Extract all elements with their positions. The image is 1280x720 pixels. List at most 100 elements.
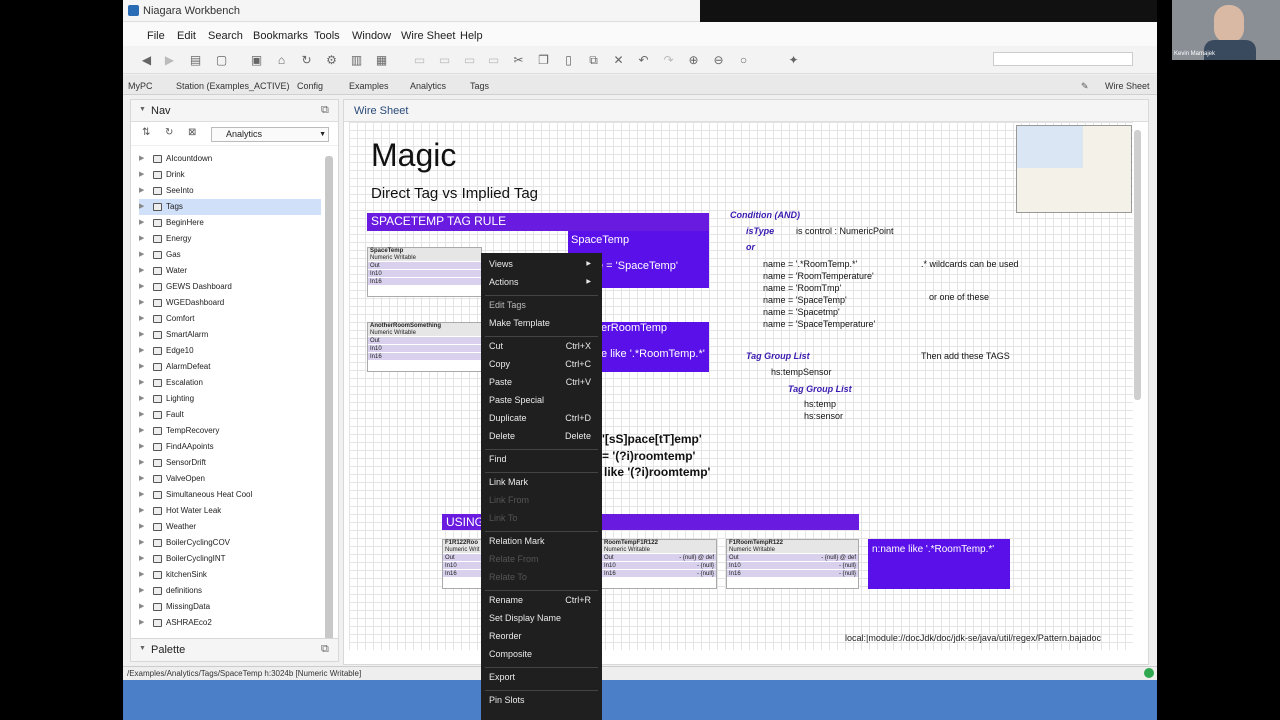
- expand-arrow-icon[interactable]: ▶: [139, 567, 144, 583]
- nav-tree-item[interactable]: ▶ Lighting: [139, 391, 321, 407]
- nav-tree-item[interactable]: ▶ ValveOpen: [139, 471, 321, 487]
- expand-arrow-icon[interactable]: ▶: [139, 183, 144, 199]
- nav-tree-item[interactable]: ▶ Drink: [139, 167, 321, 183]
- home-icon[interactable]: ⌂: [275, 54, 288, 66]
- paste-icon[interactable]: ▯: [562, 54, 575, 66]
- menu-item-link-mark[interactable]: Link Mark: [489, 475, 597, 489]
- menu-item-copy[interactable]: Copy Ctrl+C: [489, 357, 597, 371]
- menu-item-export[interactable]: Export: [489, 670, 597, 684]
- menu-item-pin-slots[interactable]: Pin Slots: [489, 693, 597, 707]
- nav-tree-item[interactable]: ▶ MissingData: [139, 599, 321, 615]
- nav-tree-item[interactable]: ▶ Comfort: [139, 311, 321, 327]
- component-spacetemp[interactable]: SpaceTemp Numeric Writable Out In10 In16: [367, 247, 482, 297]
- expand-arrow-icon[interactable]: ▶: [139, 551, 144, 567]
- save-bog-icon[interactable]: ▭: [463, 54, 476, 66]
- slot-row[interactable]: In10: [368, 344, 481, 352]
- menu-item-cut[interactable]: Cut Ctrl+X: [489, 339, 597, 353]
- side-bar-icon[interactable]: ▦: [375, 54, 388, 66]
- expand-arrow-icon[interactable]: ▶: [139, 407, 144, 423]
- nav-tree-item[interactable]: ▶ WGEDashboard: [139, 295, 321, 311]
- sync-icon[interactable]: ⇅: [142, 127, 150, 138]
- expand-arrow-icon[interactable]: ▶: [139, 215, 144, 231]
- menu-search[interactable]: Search: [208, 30, 243, 42]
- menu-window[interactable]: Window: [352, 30, 391, 42]
- slot-row[interactable]: In10 - {null}: [602, 561, 716, 569]
- pattern-doc-link[interactable]: local:|module://docJdk/doc/jdk-se/java/u…: [845, 633, 1101, 643]
- breadcrumb-examples[interactable]: Examples: [349, 81, 389, 91]
- delete-icon[interactable]: ✕: [612, 54, 625, 66]
- copy-icon[interactable]: ❐: [537, 54, 550, 66]
- component-anotherroom[interactable]: AnotherRoomSomething Numeric Writable Out…: [367, 322, 482, 372]
- breadcrumb-mypc[interactable]: MyPC: [128, 81, 153, 91]
- collapse-icon[interactable]: ▼: [139, 106, 146, 113]
- slot-row[interactable]: In16 - {null}: [727, 569, 858, 577]
- expand-arrow-icon[interactable]: ▶: [139, 503, 144, 519]
- nav-tree-item[interactable]: ▶ Simultaneous Heat Cool: [139, 487, 321, 503]
- menu-item-views[interactable]: Views ▶: [489, 257, 597, 271]
- expand-arrow-icon[interactable]: ▶: [139, 247, 144, 263]
- expand-arrow-icon[interactable]: ▶: [139, 423, 144, 439]
- menu-item-paste-special[interactable]: Paste Special: [489, 393, 597, 407]
- forward-icon[interactable]: ▶: [163, 54, 176, 66]
- expand-palette-icon[interactable]: ▼: [139, 645, 146, 652]
- minimap[interactable]: [1016, 125, 1132, 213]
- breadcrumb-analytics[interactable]: Analytics: [410, 81, 446, 91]
- nav-tree-item[interactable]: ▶ kitchenSink: [139, 567, 321, 583]
- expand-arrow-icon[interactable]: ▶: [139, 263, 144, 279]
- expand-arrow-icon[interactable]: ▶: [139, 199, 144, 215]
- nav-tree-item[interactable]: ▶ AlarmDefeat: [139, 359, 321, 375]
- menu-item-rename[interactable]: Rename Ctrl+R: [489, 593, 597, 607]
- up-icon[interactable]: ▤: [189, 54, 202, 66]
- menu-item-paste[interactable]: Paste Ctrl+V: [489, 375, 597, 389]
- expand-arrow-icon[interactable]: ▶: [139, 359, 144, 375]
- component-roomtempf1r122[interactable]: RoomTempF1R122 Numeric Writable Out - {nul…: [601, 539, 717, 589]
- expand-arrow-icon[interactable]: ▶: [139, 167, 144, 183]
- expand-arrow-icon[interactable]: ▶: [139, 327, 144, 343]
- menu-wiresheet[interactable]: Wire Sheet: [401, 30, 455, 42]
- nav-tree-item[interactable]: ▶ ASHRAEco2: [139, 615, 321, 631]
- nav-tree-item[interactable]: ▶ Escalation: [139, 375, 321, 391]
- expand-arrow-icon[interactable]: ▶: [139, 535, 144, 551]
- expand-arrow-icon[interactable]: ▶: [139, 583, 144, 599]
- wire-sheet-tab[interactable]: Wire Sheet: [344, 100, 1148, 122]
- slot-row[interactable]: In16 - {null}: [602, 569, 716, 577]
- menu-bookmarks[interactable]: Bookmarks: [253, 30, 308, 42]
- menu-item-edit-tags[interactable]: Edit Tags: [489, 298, 597, 312]
- menu-item-reorder[interactable]: Reorder: [489, 629, 597, 643]
- nav-tree-item[interactable]: ▶ Weather: [139, 519, 321, 535]
- nav-tree-item[interactable]: ▶ TempRecovery: [139, 423, 321, 439]
- nav-tree-item[interactable]: ▶ FindAApoints: [139, 439, 321, 455]
- slot-row[interactable]: Out: [368, 336, 481, 344]
- close-nav-icon[interactable]: ⊠: [188, 127, 196, 138]
- save-icon[interactable]: ▭: [413, 54, 426, 66]
- name-like-box[interactable]: n:name like '.*RoomTemp.*': [868, 539, 1010, 589]
- component-f1r122roo[interactable]: F1R122Roo Numeric Writ Out In10 In16: [442, 539, 482, 589]
- expand-arrow-icon[interactable]: ▶: [139, 471, 144, 487]
- expand-arrow-icon[interactable]: ▶: [139, 599, 144, 615]
- nav-tree-item[interactable]: ▶ GEWS Dashboard: [139, 279, 321, 295]
- view-icon[interactable]: ▢: [215, 54, 228, 66]
- nav-tree-item[interactable]: ▶ BeginHere: [139, 215, 321, 231]
- cut-icon[interactable]: ✂: [512, 54, 525, 66]
- slot-row[interactable]: Out: [443, 553, 481, 561]
- undock-palette-icon[interactable]: ⧉: [321, 643, 329, 656]
- edit-pencil-icon[interactable]: ✎: [1081, 81, 1089, 92]
- expand-arrow-icon[interactable]: ▶: [139, 615, 144, 631]
- breadcrumb-config[interactable]: Config: [297, 81, 323, 91]
- redo-icon[interactable]: ↷: [662, 54, 675, 66]
- nav-tree-item[interactable]: ▶ Tags: [139, 199, 321, 215]
- expand-arrow-icon[interactable]: ▶: [139, 279, 144, 295]
- minimap-viewport[interactable]: [1017, 126, 1083, 168]
- menu-item-relation-mark[interactable]: Relation Mark: [489, 534, 597, 548]
- roomtemp-rule-box[interactable]: erRoomTemp e like '.*RoomTemp.*': [599, 322, 709, 372]
- breadcrumb-tags[interactable]: Tags: [470, 81, 489, 91]
- station-icon[interactable]: ▣: [250, 54, 263, 66]
- zoom-out-icon[interactable]: ⊖: [712, 54, 725, 66]
- slot-row[interactable]: In10 - {null}: [727, 561, 858, 569]
- search-input[interactable]: [993, 52, 1133, 66]
- expand-arrow-icon[interactable]: ▶: [139, 231, 144, 247]
- expand-arrow-icon[interactable]: ▶: [139, 311, 144, 327]
- slot-row[interactable]: Out - {null} @ def: [602, 553, 716, 561]
- menu-tools[interactable]: Tools: [314, 30, 340, 42]
- nav-tree-item[interactable]: ▶ SeeInto: [139, 183, 321, 199]
